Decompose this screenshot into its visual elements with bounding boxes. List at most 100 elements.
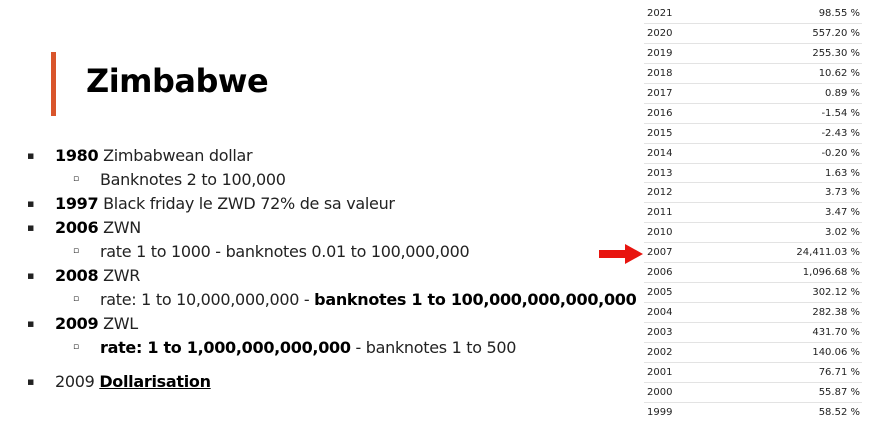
table-row: 2011 3.47 % [644, 203, 862, 224]
table-row: 2010 3.02 % [644, 223, 862, 244]
inflation-table: 2021 98.55 % 2020 557.20 % 2019 255.30 % 2018 1… [644, 4, 862, 423]
table-row: 2014 -0.20 % [644, 144, 862, 164]
bullet-text-part: rate: 1 to 1,000,000,000,000 [100, 338, 351, 357]
bullet-text-part: Black friday le ZWD 72% de sa valeur [98, 194, 395, 213]
bullet-text-part: 2008 [55, 266, 99, 285]
inflation-value-cell: 0.89 % [825, 87, 860, 99]
inflation-value-cell: -2.43 % [821, 127, 860, 139]
bullet-text: 1980 Zimbabwean dollar [55, 146, 253, 165]
bullet-text: rate 1 to 1000 - banknotes 0.01 to 100,0… [100, 242, 470, 261]
inflation-value-cell: 1.63 % [825, 167, 860, 179]
hollow-square-bullet-icon: ▫ [73, 342, 79, 352]
inflation-value-cell: -0.20 % [821, 147, 860, 159]
table-row: 2018 10.62 % [644, 64, 862, 84]
hollow-square-bullet-icon: ▫ [73, 174, 79, 184]
table-row: 2007 24,411.03 % [644, 243, 862, 264]
square-bullet-icon: ▪ [27, 149, 35, 162]
year-cell: 2021 [647, 8, 673, 19]
square-bullet-icon: ▪ [27, 317, 35, 330]
inflation-value-cell: 302.12 % [812, 287, 860, 299]
hollow-square-bullet-icon: ▫ [73, 294, 79, 304]
bullet-text-part: Dollarisation [99, 372, 211, 391]
bullet-text-part: Zimbabwean dollar [98, 146, 253, 165]
year-cell: 2005 [647, 287, 673, 299]
inflation-value-cell: 76.71 % [818, 366, 860, 378]
bullet-text-part: - banknotes 1 to 500 [350, 338, 517, 357]
table-row: 2005 302.12 % [644, 283, 862, 304]
table-row: 2015 -2.43 % [644, 124, 862, 144]
bullet-text-part: rate 1 to 1000 - banknotes 0.01 to 100,0… [100, 242, 470, 261]
inflation-value-cell: -1.54 % [821, 107, 860, 119]
table-row: 2006 1,096.68 % [644, 263, 862, 284]
bullet-text-part: ZWN [98, 218, 141, 237]
year-cell: 2003 [647, 327, 673, 338]
inflation-value-cell: 3.47 % [825, 207, 860, 219]
inflation-value-cell: 3.73 % [825, 187, 860, 199]
inflation-value-cell: 55.87 % [818, 386, 860, 398]
inflation-value-cell: 3.02 % [825, 227, 860, 239]
table-row: 2017 0.89 % [644, 84, 862, 104]
square-bullet-icon: ▪ [27, 197, 35, 210]
square-bullet-icon: ▪ [27, 375, 35, 388]
square-bullet-icon: ▪ [27, 269, 35, 282]
inflation-value-cell: 1,096.68 % [802, 267, 860, 279]
bullet-text-part: banknotes 1 to 100,000,000,000,000 [314, 290, 637, 309]
inflation-value-cell: 10.62 % [818, 67, 860, 79]
table-row: 2021 98.55 % [644, 4, 862, 24]
year-cell: 2012 [647, 187, 673, 199]
bullet-text-part: 2009 [55, 372, 100, 391]
table-row: 2020 557.20 % [644, 24, 862, 44]
bullet-text: 2006 ZWN [55, 218, 141, 237]
bullet-text-part: ZWL [98, 314, 138, 333]
year-cell: 2011 [647, 207, 673, 219]
title-accent-bar [51, 52, 56, 116]
year-cell: 2004 [647, 307, 673, 319]
page-title: Zimbabwe [86, 62, 269, 100]
year-cell: 2010 [647, 227, 673, 239]
year-cell: 2019 [647, 47, 673, 59]
year-cell: 2000 [647, 386, 673, 398]
inflation-value-cell: 98.55 % [818, 8, 860, 19]
year-cell: 2007 [647, 247, 673, 259]
inflation-value-cell: 58.52 % [818, 406, 860, 418]
table-row: 2003 431.70 % [644, 323, 862, 343]
bullet-text: 2009 ZWL [55, 314, 138, 333]
year-cell: 2001 [647, 366, 673, 378]
square-bullet-icon: ▪ [27, 221, 35, 234]
table-row: 2016 -1.54 % [644, 104, 862, 124]
inflation-value-cell: 255.30 % [812, 47, 860, 59]
table-row: 2004 282.38 % [644, 303, 862, 323]
bullet-text-part: rate: 1 to 10,000,000,000 - [100, 290, 315, 309]
table-row: 2013 1.63 % [644, 164, 862, 184]
inflation-value-cell: 557.20 % [812, 27, 860, 39]
bullet-text: rate: 1 to 1,000,000,000,000 - banknotes… [100, 338, 516, 357]
inflation-value-cell: 24,411.03 % [796, 247, 860, 259]
bullet-text: 2008 ZWR [55, 266, 140, 285]
red-arrow-right-icon [599, 244, 643, 264]
bullet-text-part: 1997 [55, 194, 99, 213]
inflation-value-cell: 282.38 % [812, 307, 860, 319]
bullet-text: Banknotes 2 to 100,000 [100, 170, 286, 189]
table-row: 2012 3.73 % [644, 183, 862, 204]
hollow-square-bullet-icon: ▫ [73, 246, 79, 256]
bullet-text-part: 2006 [55, 218, 99, 237]
inflation-value-cell: 431.70 % [812, 327, 860, 338]
table-row: 2000 55.87 % [644, 383, 862, 403]
year-cell: 2014 [647, 147, 673, 159]
year-cell: 2020 [647, 27, 673, 39]
bullet-text-part: 2009 [55, 314, 99, 333]
bullet-text: rate: 1 to 10,000,000,000 - banknotes 1 … [100, 290, 637, 309]
bullet-text: 1997 Black friday le ZWD 72% de sa valeu… [55, 194, 395, 213]
year-cell: 1999 [647, 406, 673, 418]
table-row: 2002 140.06 % [644, 343, 862, 363]
table-row: 2019 255.30 % [644, 44, 862, 64]
year-cell: 2006 [647, 267, 673, 279]
year-cell: 2013 [647, 167, 673, 179]
bullet-text: 2009 Dollarisation [55, 372, 211, 391]
year-cell: 2016 [647, 107, 673, 119]
inflation-value-cell: 140.06 % [812, 346, 860, 358]
bullet-text-part: 1980 [55, 146, 99, 165]
bullet-text-part: Banknotes 2 to 100,000 [100, 170, 286, 189]
table-row: 1999 58.52 % [644, 403, 862, 423]
bullet-text-part: ZWR [98, 266, 141, 285]
